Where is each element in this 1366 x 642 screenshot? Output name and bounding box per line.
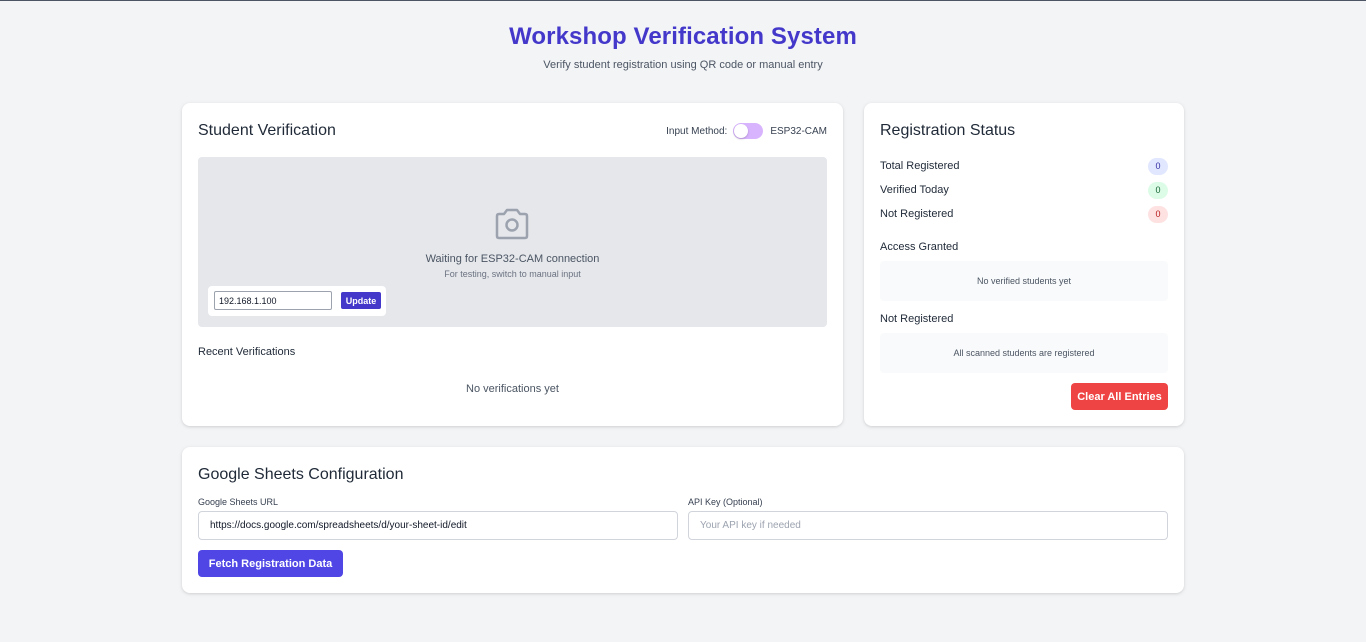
- page-header: Workshop Verification System Verify stud…: [0, 1, 1366, 71]
- update-ip-button[interactable]: Update: [341, 292, 381, 309]
- stat-label: Not Registered: [880, 208, 954, 220]
- google-sheets-config-title: Google Sheets Configuration: [198, 466, 404, 483]
- student-verification-title: Student Verification: [198, 122, 336, 139]
- stat-verified-today: Verified Today 0: [880, 181, 1168, 199]
- camera-status-hint: For testing, switch to manual input: [444, 269, 581, 279]
- page-title: Workshop Verification System: [509, 23, 857, 50]
- page-subtitle: Verify student registration using QR cod…: [543, 59, 823, 71]
- clear-all-entries-button[interactable]: Clear All Entries: [1071, 383, 1168, 410]
- stat-badge: 0: [1148, 205, 1168, 223]
- student-verification-card: Student Verification Input Method: ESP32…: [182, 103, 843, 426]
- api-key-label: API Key (Optional): [688, 497, 763, 507]
- registration-status-title: Registration Status: [880, 122, 1016, 139]
- camera-status-message: Waiting for ESP32-CAM connection: [425, 253, 600, 265]
- stat-label: Total Registered: [880, 160, 960, 172]
- toggle-knob: [734, 124, 749, 138]
- not-registered-label: Not Registered: [880, 313, 954, 325]
- google-sheets-config-card: Google Sheets Configuration Google Sheet…: [182, 447, 1184, 593]
- sheets-url-label: Google Sheets URL: [198, 497, 279, 507]
- camera-preview: Waiting for ESP32-CAM connection For tes…: [198, 157, 827, 327]
- not-registered-empty: All scanned students are registered: [953, 348, 1095, 358]
- recent-verifications-empty: No verifications yet: [466, 383, 559, 395]
- stat-badge: 0: [1148, 181, 1168, 199]
- camera-icon: [493, 207, 531, 246]
- stat-not-registered: Not Registered 0: [880, 205, 1168, 223]
- stat-badge: 0: [1148, 157, 1168, 175]
- registration-status-card: Registration Status Total Registered 0 V…: [864, 103, 1184, 426]
- access-granted-label: Access Granted: [880, 241, 959, 253]
- input-method-value: ESP32-CAM: [770, 125, 827, 137]
- ip-config-box: Update: [208, 286, 386, 316]
- not-registered-list: All scanned students are registered: [880, 333, 1168, 373]
- fetch-registration-data-button[interactable]: Fetch Registration Data: [198, 550, 343, 577]
- access-granted-list: No verified students yet: [880, 261, 1168, 301]
- stat-label: Verified Today: [880, 184, 949, 196]
- recent-verifications-title: Recent Verifications: [198, 346, 296, 358]
- sheets-url-input[interactable]: [198, 511, 678, 540]
- stat-total-registered: Total Registered 0: [880, 157, 1168, 175]
- input-method-label: Input Method:: [666, 125, 728, 137]
- ip-address-input[interactable]: [214, 291, 332, 310]
- input-method-toggle[interactable]: [733, 123, 764, 139]
- access-granted-empty: No verified students yet: [976, 276, 1072, 286]
- input-method-control: Input Method: ESP32-CAM: [666, 123, 827, 139]
- api-key-input[interactable]: [688, 511, 1168, 540]
